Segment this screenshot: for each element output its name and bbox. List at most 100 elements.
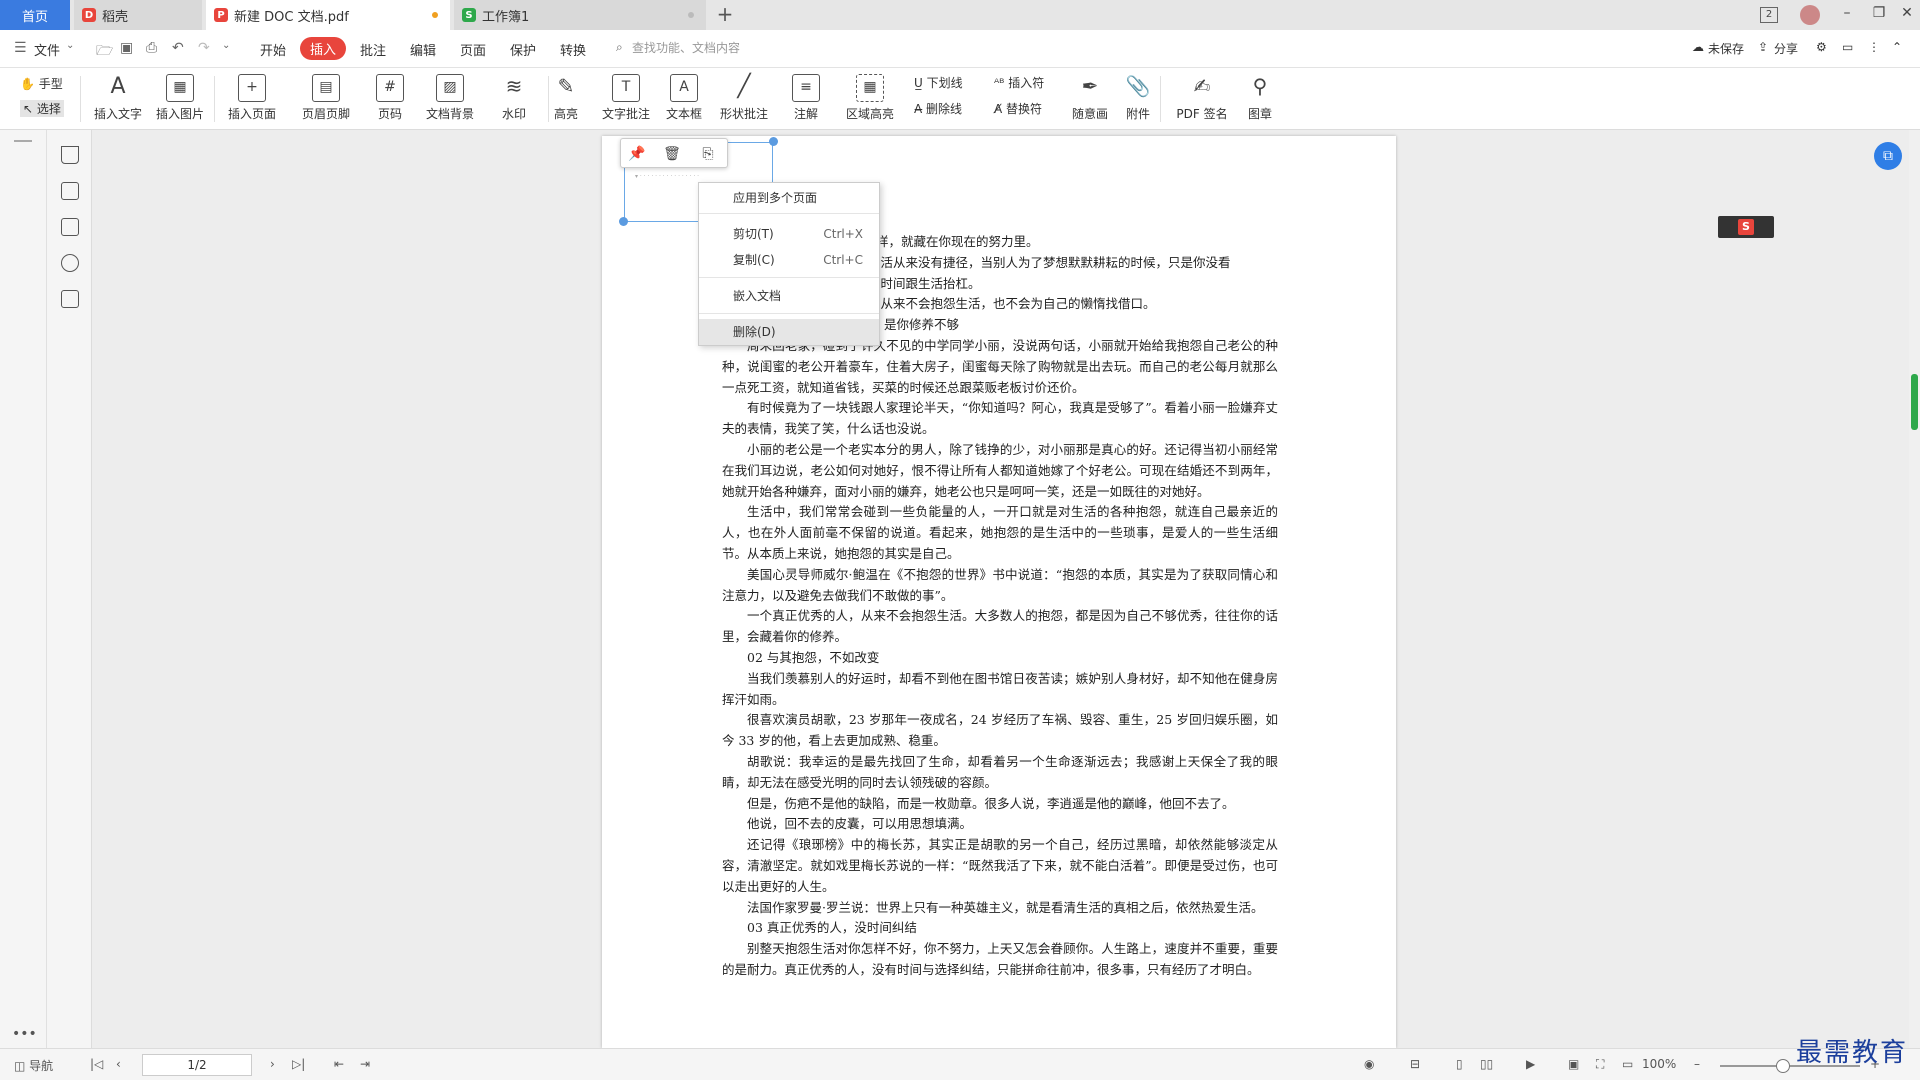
- more-options-icon[interactable]: •••: [12, 1026, 37, 1042]
- cloud-icon[interactable]: ☁: [1692, 40, 1704, 54]
- text-a-icon: A: [110, 74, 126, 99]
- zoom-out-icon[interactable]: –: [1694, 1057, 1700, 1071]
- menu-item-delete[interactable]: 删除(D): [699, 319, 879, 345]
- header-footer-button[interactable]: ▤ 页眉页脚: [296, 72, 356, 126]
- insert-page-button[interactable]: + 插入页面: [222, 72, 282, 126]
- quick-access-dropdown-icon[interactable]: ⌄: [222, 40, 230, 51]
- insert-image-button[interactable]: ▦ 插入图片: [150, 72, 210, 126]
- menu-item-copy[interactable]: 复制(C) Ctrl+C: [699, 247, 879, 273]
- fit-width-icon[interactable]: ⊟: [1410, 1057, 1420, 1071]
- collapse-ribbon-icon[interactable]: ⌃: [1892, 40, 1902, 54]
- text-note-button[interactable]: T 文字批注: [596, 72, 656, 126]
- search-input[interactable]: 查找功能、文档内容: [632, 39, 740, 56]
- resize-handle[interactable]: [619, 217, 628, 226]
- tab-pdf-document[interactable]: P 新建 DOC 文档.pdf: [206, 0, 450, 30]
- open-folder-icon[interactable]: 🗁: [96, 40, 113, 64]
- insert-text-button[interactable]: A 插入文字: [88, 72, 148, 126]
- tab-daoke[interactable]: D 稻壳: [74, 0, 202, 30]
- menu-file[interactable]: 文件: [34, 40, 60, 59]
- area-highlight-button[interactable]: ▦ 区域高亮: [840, 72, 900, 126]
- minimize-icon[interactable]: –: [1836, 5, 1858, 25]
- pin-icon[interactable]: 📌: [626, 143, 648, 165]
- menu-edit[interactable]: 编辑: [410, 40, 436, 59]
- actual-size-icon[interactable]: ▣: [1568, 1057, 1579, 1071]
- thumbnail-icon[interactable]: [61, 182, 79, 200]
- forward-icon[interactable]: ⇥: [360, 1057, 370, 1071]
- stamp-button[interactable]: ⚲ 图章: [1230, 72, 1290, 126]
- double-page-icon[interactable]: ▯▯: [1480, 1057, 1493, 1071]
- tab-home[interactable]: 首页: [0, 0, 70, 30]
- new-tab-button[interactable]: +: [714, 4, 736, 26]
- first-page-icon[interactable]: |◁: [90, 1057, 103, 1071]
- underline-button[interactable]: U̲ 下划线: [914, 74, 963, 91]
- menu-convert[interactable]: 转换: [560, 40, 586, 59]
- page-number-input[interactable]: 1/2: [142, 1054, 252, 1076]
- menu-annotate[interactable]: 批注: [360, 40, 386, 59]
- menu-item-apply-multi-pages[interactable]: 应用到多个页面: [699, 185, 879, 211]
- delete-line-button[interactable]: A̶ 删除线: [914, 100, 962, 117]
- select-tool-button[interactable]: ↖ 选择: [20, 100, 64, 117]
- window-count-badge[interactable]: 2: [1760, 7, 1778, 23]
- prev-page-icon[interactable]: ‹: [116, 1057, 121, 1071]
- avatar[interactable]: [1800, 5, 1820, 25]
- input-method-bar[interactable]: S: [1718, 216, 1774, 238]
- tab-close-dot[interactable]: [688, 12, 694, 18]
- hamburger-icon[interactable]: ☰: [14, 40, 27, 56]
- replace-char-button[interactable]: A̸ 替换符: [994, 100, 1042, 117]
- copy-icon[interactable]: ⎘: [697, 143, 719, 165]
- restore-icon[interactable]: ❐: [1868, 5, 1890, 25]
- scrollbar-thumb[interactable]: [1911, 374, 1918, 430]
- floating-assistant-button[interactable]: ⧉: [1874, 142, 1902, 170]
- menu-insert[interactable]: 插入: [300, 37, 347, 60]
- nav-toggle[interactable]: ◫ 导航: [14, 1057, 53, 1074]
- gear-icon[interactable]: ⚙: [1816, 40, 1827, 54]
- save-icon[interactable]: ▣: [120, 40, 133, 56]
- comment-icon[interactable]: ▭: [1842, 40, 1853, 54]
- search-icon[interactable]: ⌕: [616, 40, 623, 55]
- comment-icon[interactable]: [61, 218, 79, 236]
- next-page-icon[interactable]: ›: [270, 1057, 275, 1071]
- undo-icon[interactable]: ↶: [172, 40, 184, 56]
- menu-protect[interactable]: 保护: [510, 40, 536, 59]
- back-icon[interactable]: ⇤: [334, 1057, 344, 1071]
- shape-note-button[interactable]: ╱ 形状批注: [714, 72, 774, 126]
- insert-char-button[interactable]: ᴬᴮ 插入符: [994, 74, 1044, 91]
- attachment-button[interactable]: 📎 附件: [1108, 72, 1168, 126]
- menu-item-embed[interactable]: 嵌入文档: [699, 283, 879, 309]
- close-icon[interactable]: ✕: [1896, 5, 1918, 25]
- single-page-icon[interactable]: ▯: [1456, 1057, 1463, 1071]
- pdf-sign-button[interactable]: ✍ PDF 签名: [1166, 72, 1238, 126]
- signature-panel-icon[interactable]: [61, 290, 79, 308]
- bookmark-icon[interactable]: [61, 146, 79, 164]
- tab-workbook[interactable]: S 工作簿1: [454, 0, 706, 30]
- more-icon[interactable]: ⋮: [1868, 40, 1880, 54]
- chevron-down-icon[interactable]: ⌄: [66, 40, 74, 51]
- resize-handle[interactable]: [769, 137, 778, 146]
- zoom-icon[interactable]: ▭: [1622, 1057, 1633, 1071]
- annotation-button[interactable]: ≡ 注解: [776, 72, 836, 126]
- hand-tool-button[interactable]: ✋ 手型: [20, 75, 63, 92]
- text-box-button[interactable]: A 文本框: [654, 72, 714, 126]
- delete-icon[interactable]: 🗑: [661, 143, 683, 165]
- zoom-slider-knob[interactable]: [1776, 1059, 1790, 1073]
- page-number-button[interactable]: # 页码: [360, 72, 420, 126]
- menu-start[interactable]: 开始: [260, 40, 286, 59]
- watermark-button[interactable]: ≋ 水印: [484, 72, 544, 126]
- play-icon[interactable]: ▶: [1526, 1057, 1535, 1071]
- last-page-icon[interactable]: ▷|: [292, 1057, 305, 1071]
- zoom-level[interactable]: 100%: [1642, 1057, 1676, 1071]
- share-icon[interactable]: ⇪: [1758, 40, 1768, 54]
- vertical-scrollbar[interactable]: [1909, 130, 1920, 1048]
- fit-page-icon[interactable]: ⛶: [1596, 1057, 1604, 1072]
- highlight-button[interactable]: ✎ 高亮: [536, 72, 596, 126]
- menu-item-cut[interactable]: 剪切(T) Ctrl+X: [699, 221, 879, 247]
- doc-background-button[interactable]: ▨ 文档背景: [420, 72, 480, 126]
- menu-page[interactable]: 页面: [460, 40, 486, 59]
- print-icon[interactable]: ⎙: [146, 40, 157, 56]
- share-button[interactable]: 分享: [1774, 40, 1798, 57]
- attachment-icon[interactable]: [61, 254, 79, 272]
- unsaved-button[interactable]: 未保存: [1708, 40, 1744, 57]
- panel-toggle-icon[interactable]: [14, 140, 32, 142]
- redo-icon[interactable]: ↷: [198, 40, 210, 56]
- eye-protect-icon[interactable]: ◉: [1364, 1057, 1374, 1071]
